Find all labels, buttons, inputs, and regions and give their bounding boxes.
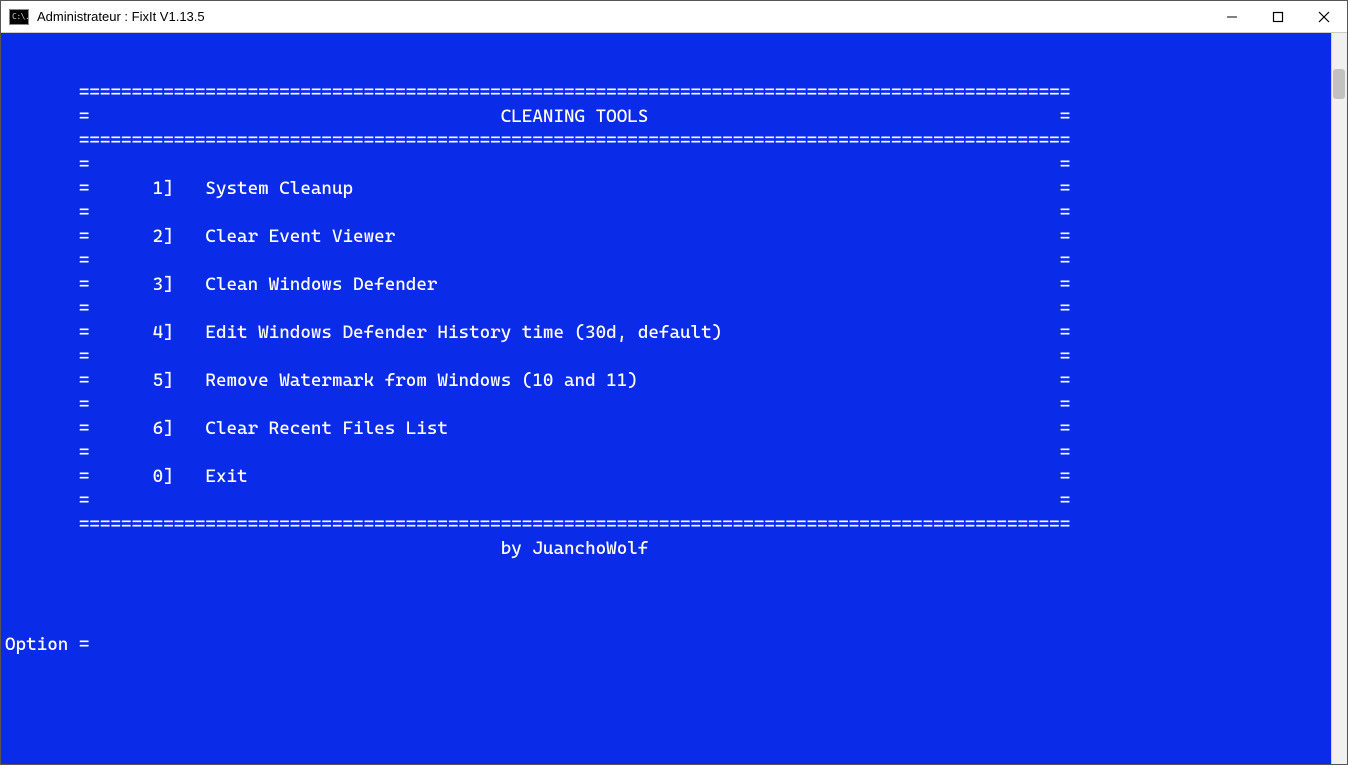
- console-content: ========================================…: [5, 57, 1347, 657]
- window-controls: [1209, 1, 1347, 32]
- close-icon: [1318, 11, 1330, 23]
- titlebar: C:\. Administrateur : FixIt V1.13.5: [1, 1, 1347, 33]
- minimize-button[interactable]: [1209, 1, 1255, 32]
- app-window: C:\. Administrateur : FixIt V1.13.5 ====…: [0, 0, 1348, 765]
- scrollbar-track[interactable]: [1331, 33, 1347, 764]
- maximize-icon: [1272, 11, 1284, 23]
- close-button[interactable]: [1301, 1, 1347, 32]
- window-title: Administrateur : FixIt V1.13.5: [37, 9, 1209, 24]
- minimize-icon: [1226, 11, 1238, 23]
- console-area[interactable]: ========================================…: [1, 33, 1347, 764]
- cmd-icon: C:\.: [9, 9, 29, 25]
- maximize-button[interactable]: [1255, 1, 1301, 32]
- scrollbar-thumb[interactable]: [1333, 69, 1345, 99]
- console-text: ========================================…: [5, 57, 1347, 657]
